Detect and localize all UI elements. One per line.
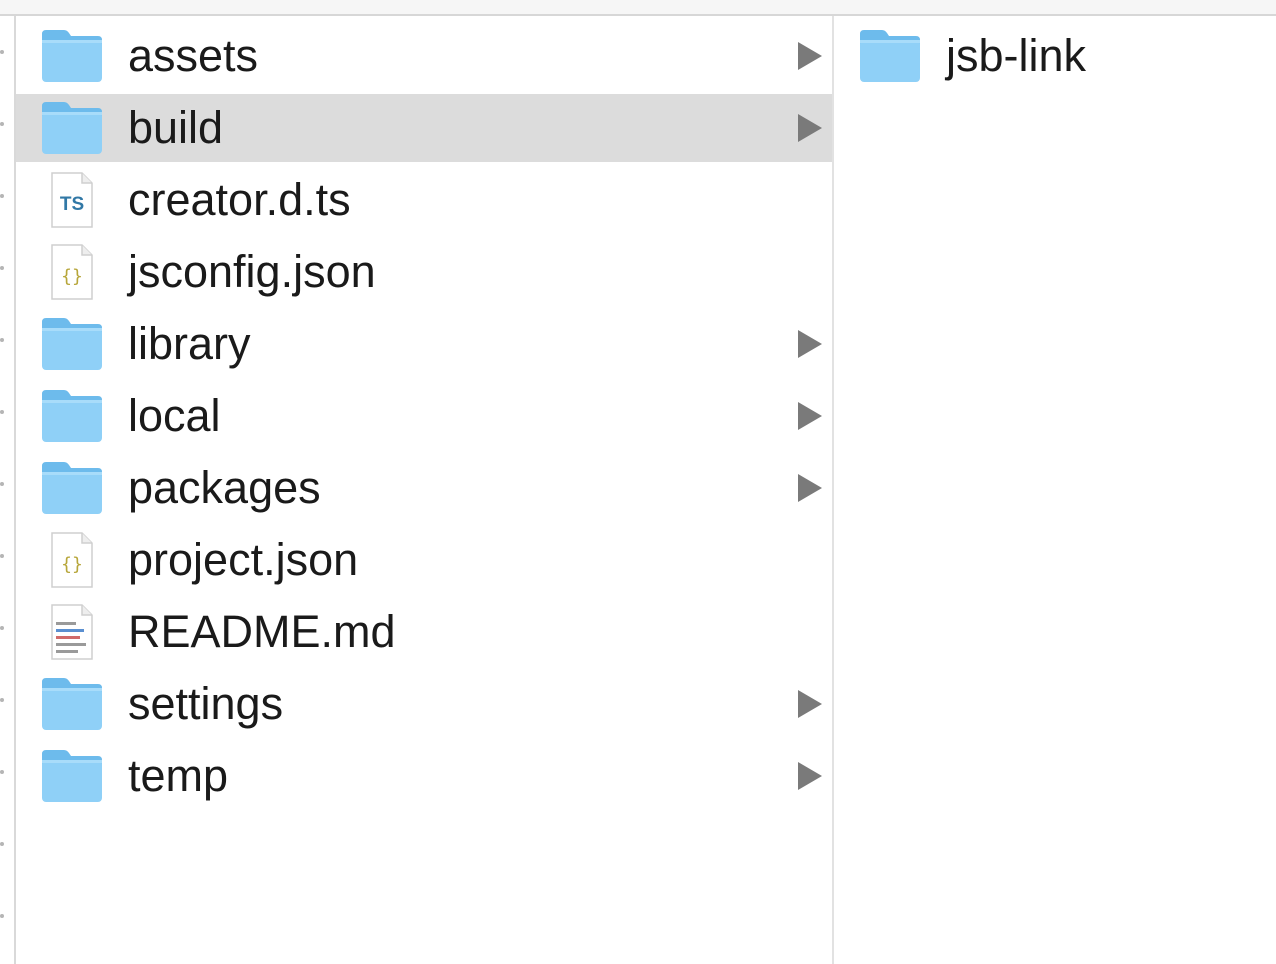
file-name-label: settings bbox=[128, 678, 284, 729]
parent-column-marker bbox=[0, 626, 4, 630]
parent-column-marker bbox=[0, 914, 4, 918]
finder-window: assets build TS creator.d.ts {} jsconfig.json… bbox=[0, 0, 1276, 964]
folder-icon bbox=[40, 28, 104, 84]
disclosure-chevron-icon[interactable] bbox=[798, 42, 822, 70]
parent-column-marker bbox=[0, 122, 4, 126]
parent-column-marker bbox=[0, 770, 4, 774]
file-row-build[interactable]: build bbox=[16, 94, 832, 162]
file-row-assets[interactable]: assets bbox=[16, 22, 832, 90]
svg-text:{}: {} bbox=[61, 554, 83, 575]
parent-column-marker bbox=[0, 338, 4, 342]
parent-column-marker bbox=[0, 482, 4, 486]
json-file-icon: {} bbox=[40, 532, 104, 588]
parent-column-marker bbox=[0, 194, 4, 198]
file-column[interactable]: assets build TS creator.d.ts {} jsconfig.json… bbox=[16, 16, 834, 964]
parent-column-marker bbox=[0, 842, 4, 846]
folder-icon bbox=[40, 100, 104, 156]
parent-column-marker bbox=[0, 410, 4, 414]
parent-column-marker bbox=[0, 50, 4, 54]
file-name-label: packages bbox=[128, 462, 321, 513]
file-name-label: library bbox=[128, 318, 251, 369]
file-name-label: temp bbox=[128, 750, 229, 801]
folder-icon bbox=[40, 388, 104, 444]
subfolder-column[interactable]: jsb-link bbox=[834, 16, 1276, 964]
parent-column-marker bbox=[0, 554, 4, 558]
file-name-label: assets bbox=[128, 30, 259, 81]
disclosure-chevron-icon[interactable] bbox=[798, 690, 822, 718]
parent-column-edge bbox=[0, 16, 16, 964]
disclosure-chevron-icon[interactable] bbox=[798, 762, 822, 790]
file-name-label: project.json bbox=[128, 534, 359, 585]
disclosure-chevron-icon[interactable] bbox=[798, 114, 822, 142]
disclosure-chevron-icon[interactable] bbox=[798, 474, 822, 502]
file-row-temp[interactable]: temp bbox=[16, 742, 832, 810]
folder-icon bbox=[40, 460, 104, 516]
parent-column-marker bbox=[0, 698, 4, 702]
folder-icon bbox=[40, 676, 104, 732]
file-name-label: local bbox=[128, 390, 221, 441]
file-name-label: jsb-link bbox=[946, 30, 1087, 81]
file-name-label: jsconfig.json bbox=[128, 246, 376, 297]
column-header-bar bbox=[0, 0, 1276, 16]
file-row-project-json[interactable]: {} project.json bbox=[16, 526, 832, 594]
file-row-local[interactable]: local bbox=[16, 382, 832, 450]
disclosure-chevron-icon[interactable] bbox=[798, 330, 822, 358]
file-name-label: creator.d.ts bbox=[128, 174, 351, 225]
file-row-creator-d-ts[interactable]: TS creator.d.ts bbox=[16, 166, 832, 234]
file-row-jsconfig-json[interactable]: {} jsconfig.json bbox=[16, 238, 832, 306]
folder-icon bbox=[40, 316, 104, 372]
svg-text:TS: TS bbox=[60, 194, 84, 215]
file-name-label: build bbox=[128, 102, 224, 153]
file-row-readme-md[interactable]: README.md bbox=[16, 598, 832, 666]
json-file-icon: {} bbox=[40, 244, 104, 300]
folder-icon bbox=[858, 28, 922, 84]
markdown-file-icon bbox=[40, 604, 104, 660]
file-row-library[interactable]: library bbox=[16, 310, 832, 378]
folder-icon bbox=[40, 748, 104, 804]
disclosure-chevron-icon[interactable] bbox=[798, 402, 822, 430]
file-row-settings[interactable]: settings bbox=[16, 670, 832, 738]
file-name-label: README.md bbox=[128, 606, 396, 657]
file-row-jsb-link[interactable]: jsb-link bbox=[834, 22, 1276, 90]
file-row-packages[interactable]: packages bbox=[16, 454, 832, 522]
svg-text:{}: {} bbox=[61, 266, 83, 287]
parent-column-marker bbox=[0, 266, 4, 270]
typescript-file-icon: TS bbox=[40, 172, 104, 228]
